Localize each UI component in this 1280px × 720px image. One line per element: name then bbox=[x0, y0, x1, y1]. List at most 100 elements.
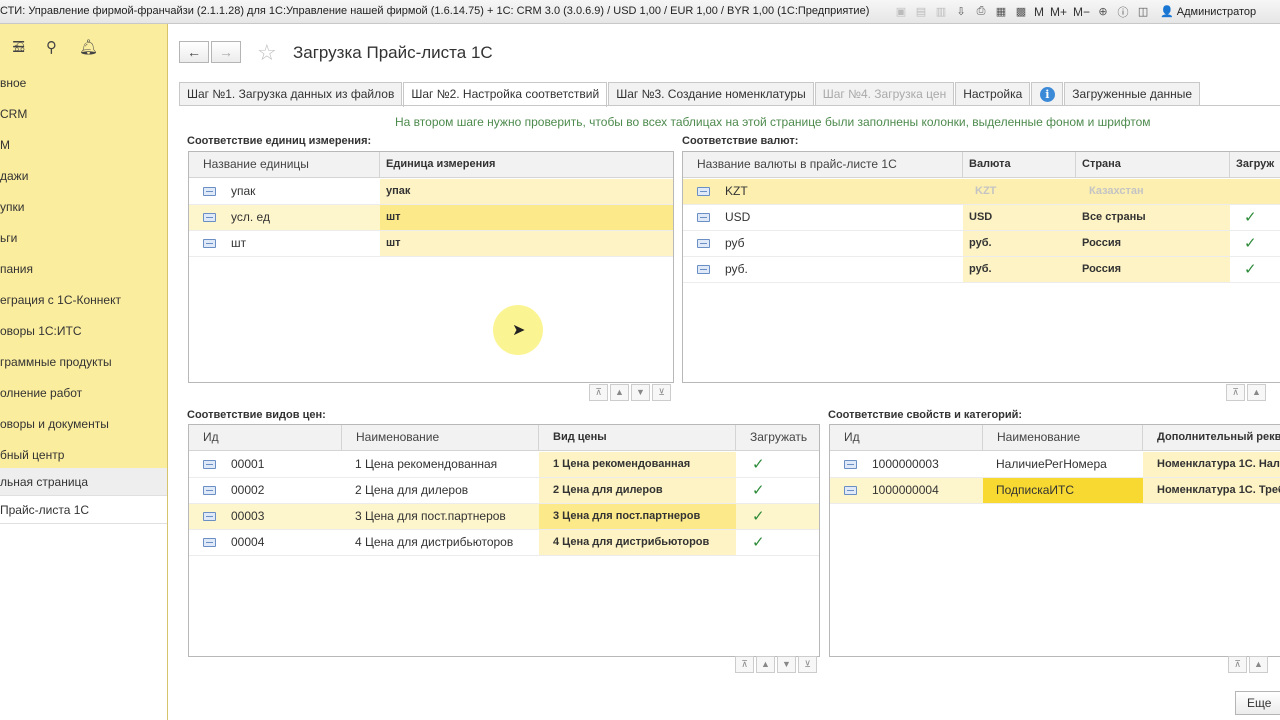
tab-settings[interactable]: Настройка bbox=[955, 82, 1031, 106]
currency-cell[interactable]: USD bbox=[963, 205, 1076, 230]
scroll-up-button[interactable]: ▲ bbox=[610, 384, 629, 401]
bell-icon[interactable]: 🔔︎ bbox=[79, 38, 98, 56]
country-cell[interactable]: Россия bbox=[1076, 231, 1230, 256]
scroll-down-button[interactable]: ▼ bbox=[777, 656, 796, 673]
currency-cell[interactable]: руб. bbox=[963, 257, 1076, 282]
table-row[interactable]: 00004 4 Цена для дистрибьюторов 4 Цена д… bbox=[189, 530, 819, 556]
load-check-icon[interactable]: ✓ bbox=[752, 452, 765, 477]
property-attr-cell[interactable]: Номенклатура 1С. Нали bbox=[1143, 452, 1280, 477]
table-row[interactable]: 1000000004 ПодпискаИТС Номенклатура 1С. … bbox=[830, 478, 1280, 504]
info-icon[interactable]: ⓘ bbox=[1114, 3, 1132, 20]
column-header[interactable]: Страна bbox=[1076, 152, 1230, 178]
column-header[interactable]: Валюта bbox=[963, 152, 1076, 178]
loaded-check-icon[interactable]: ✓ bbox=[1244, 231, 1257, 256]
column-header[interactable]: Наименование bbox=[342, 425, 539, 451]
loaded-check-icon[interactable]: ✓ bbox=[1244, 205, 1257, 230]
table-row[interactable]: 00002 2 Цена для дилеров 2 Цена для диле… bbox=[189, 478, 819, 504]
column-header[interactable]: Единица измерения bbox=[380, 152, 673, 178]
calendar-icon[interactable]: ▩ bbox=[1012, 3, 1030, 20]
table-row[interactable]: руб. руб. Россия ✓ bbox=[683, 257, 1280, 283]
tab-step-1[interactable]: Шаг №1. Загрузка данных из файлов bbox=[179, 82, 403, 106]
scroll-top-button[interactable]: ⊼ bbox=[1228, 656, 1247, 673]
sidebar-item[interactable]: оворы и документы bbox=[0, 409, 167, 440]
column-header[interactable]: Название единицы bbox=[189, 152, 380, 178]
prices-table[interactable]: Ид Наименование Вид цены Загружать 00001… bbox=[188, 424, 820, 657]
column-header[interactable]: Загруж bbox=[1230, 152, 1280, 178]
table-row[interactable]: USD USD Все страны ✓ bbox=[683, 205, 1280, 231]
price-type-cell[interactable]: 3 Цена для пост.партнеров bbox=[539, 504, 736, 529]
tab-step-3[interactable]: Шаг №3. Создание номенклатуры bbox=[608, 82, 814, 106]
back-button[interactable]: ← bbox=[179, 41, 209, 63]
table-row[interactable]: 00003 3 Цена для пост.партнеров 3 Цена д… bbox=[189, 504, 819, 530]
currency-cell[interactable]: руб. bbox=[963, 231, 1076, 256]
price-type-cell[interactable]: 1 Цена рекомендованная bbox=[539, 452, 736, 477]
zoom-icon[interactable]: ⊕ bbox=[1094, 3, 1112, 20]
favorite-star-icon[interactable]: ☆ bbox=[257, 40, 277, 66]
country-cell[interactable]: Все страны bbox=[1076, 205, 1230, 230]
sidebar-item[interactable]: бный центр bbox=[0, 440, 167, 471]
open-window-current[interactable]: Прайс-листа 1С bbox=[0, 496, 167, 524]
open-window-home[interactable]: льная страница bbox=[0, 468, 167, 496]
tab-info[interactable]: i bbox=[1031, 82, 1064, 106]
printer-icon[interactable]: ⎙ bbox=[972, 3, 990, 20]
sidebar-item[interactable]: олнение работ bbox=[0, 378, 167, 409]
scroll-top-button[interactable]: ⊼ bbox=[735, 656, 754, 673]
unit-cell[interactable]: упак bbox=[380, 179, 673, 204]
history-icon[interactable]: ⎌ bbox=[14, 38, 25, 55]
sidebar-item[interactable]: дажи bbox=[0, 161, 167, 192]
memory-minus-button[interactable]: M− bbox=[1071, 3, 1092, 20]
sidebar-item[interactable]: вное bbox=[0, 68, 167, 99]
column-header[interactable]: Дополнительный рекви bbox=[1143, 425, 1280, 451]
sidebar-item[interactable]: М bbox=[0, 130, 167, 161]
currency-cell[interactable]: KZT bbox=[969, 179, 1076, 204]
table-row[interactable]: упак упак bbox=[189, 179, 673, 205]
scroll-down-button[interactable]: ▼ bbox=[631, 384, 650, 401]
print-icon[interactable]: ▤ bbox=[912, 3, 930, 20]
country-cell[interactable]: Казахстан bbox=[1083, 179, 1230, 204]
price-type-cell[interactable]: 2 Цена для дилеров bbox=[539, 478, 736, 503]
save-icon[interactable]: ▣ bbox=[892, 3, 910, 20]
calculator-icon[interactable]: ▦ bbox=[992, 3, 1010, 20]
column-header[interactable]: Название валюты в прайс-листе 1С bbox=[683, 152, 963, 178]
search-icon[interactable]: ⚲ bbox=[46, 38, 57, 56]
property-attr-cell[interactable]: Номенклатура 1С. Треб bbox=[1143, 478, 1280, 503]
currencies-table[interactable]: Название валюты в прайс-листе 1С Валюта … bbox=[682, 151, 1280, 383]
download-icon[interactable]: ⇩ bbox=[952, 3, 970, 20]
tab-step-2[interactable]: Шаг №2. Настройка соответствий bbox=[403, 82, 608, 107]
table-row[interactable]: KZT KZT Казахстан bbox=[683, 179, 1280, 205]
scroll-top-button[interactable]: ⊼ bbox=[1226, 384, 1245, 401]
scroll-top-button[interactable]: ⊼ bbox=[589, 384, 608, 401]
memory-button[interactable]: M bbox=[1032, 3, 1046, 20]
memory-plus-button[interactable]: M+ bbox=[1048, 3, 1069, 20]
properties-table[interactable]: Ид Наименование Дополнительный рекви 100… bbox=[829, 424, 1280, 657]
column-header[interactable]: Ид bbox=[830, 425, 983, 451]
user-name[interactable]: 👤 Администратор bbox=[1160, 5, 1256, 18]
column-header[interactable]: Наименование bbox=[983, 425, 1143, 451]
tab-loaded-data[interactable]: Загруженные данные bbox=[1064, 82, 1201, 106]
table-row[interactable]: усл. ед шт bbox=[189, 205, 673, 231]
tab-step-4[interactable]: Шаг №4. Загрузка цен bbox=[814, 82, 955, 106]
preview-icon[interactable]: ▥ bbox=[932, 3, 950, 20]
more-button[interactable]: Еще bbox=[1235, 691, 1280, 715]
scroll-bottom-button[interactable]: ⊻ bbox=[652, 384, 671, 401]
price-type-cell[interactable]: 4 Цена для дистрибьюторов bbox=[539, 530, 736, 555]
sidebar-item[interactable]: упки bbox=[0, 192, 167, 223]
sidebar-item[interactable]: еграция с 1С-Коннект bbox=[0, 285, 167, 316]
units-table[interactable]: Название единицы Единица измерения упак … bbox=[188, 151, 674, 383]
load-check-icon[interactable]: ✓ bbox=[752, 504, 765, 529]
panels-icon[interactable]: ◫ bbox=[1134, 3, 1152, 20]
loaded-check-icon[interactable]: ✓ bbox=[1244, 257, 1257, 282]
property-name-cell[interactable]: ПодпискаИТС bbox=[983, 478, 1143, 503]
load-check-icon[interactable]: ✓ bbox=[752, 530, 765, 555]
sidebar-item[interactable]: граммные продукты bbox=[0, 347, 167, 378]
table-row[interactable]: шт шт bbox=[189, 231, 673, 257]
scroll-bottom-button[interactable]: ⊻ bbox=[798, 656, 817, 673]
table-row[interactable]: руб руб. Россия ✓ bbox=[683, 231, 1280, 257]
forward-button[interactable]: → bbox=[211, 41, 241, 63]
unit-cell[interactable]: шт bbox=[380, 205, 673, 230]
scroll-up-button[interactable]: ▲ bbox=[756, 656, 775, 673]
load-check-icon[interactable]: ✓ bbox=[752, 478, 765, 503]
sidebar-item[interactable]: ьги bbox=[0, 223, 167, 254]
sidebar-item[interactable]: пания bbox=[0, 254, 167, 285]
table-row[interactable]: 00001 1 Цена рекомендованная 1 Цена реко… bbox=[189, 452, 819, 478]
